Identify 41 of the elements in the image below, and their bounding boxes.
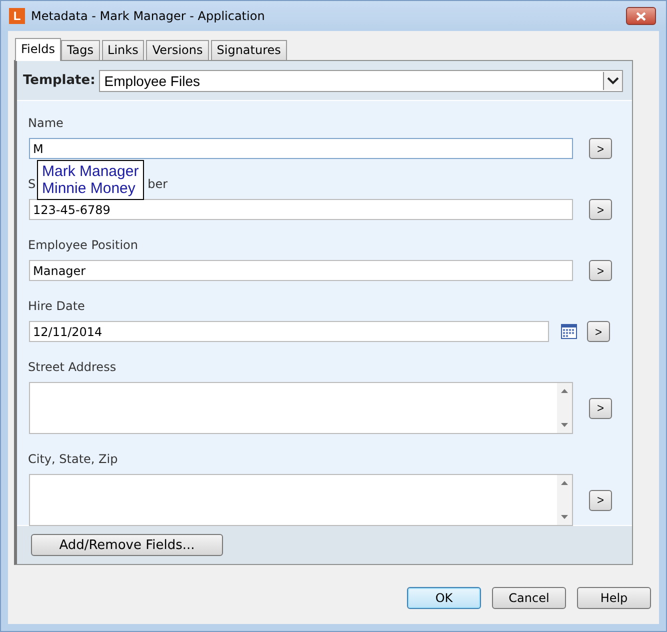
input-field[interactable]: Manager <box>29 260 573 281</box>
field-label: Street Address <box>28 360 116 376</box>
dialog-button[interactable]: OK <box>407 587 481 609</box>
field-label: Hire Date <box>28 299 85 315</box>
tab[interactable]: Signatures <box>210 40 287 60</box>
scrollbar[interactable] <box>557 383 572 433</box>
field-label: Name <box>28 116 64 132</box>
expand-button[interactable]: > <box>589 260 612 281</box>
expand-button[interactable]: > <box>589 398 612 418</box>
suggestion-item[interactable]: Minnie Money <box>42 180 139 197</box>
tab[interactable]: Versions <box>146 40 209 60</box>
expand-button[interactable]: > <box>587 321 610 342</box>
field-label: Employee Position <box>28 238 138 254</box>
scroll-down-icon[interactable] <box>561 515 568 519</box>
scroll-up-icon[interactable] <box>561 481 568 485</box>
input-field[interactable]: 123-45-6789 <box>29 199 573 220</box>
input-field[interactable]: 12/11/2014 <box>29 321 549 342</box>
expand-button[interactable]: > <box>589 490 612 510</box>
field-label: ber <box>148 177 168 193</box>
field-label: S <box>28 177 36 193</box>
add-remove-fields-button[interactable]: Add/Remove Fields... <box>31 534 223 556</box>
scroll-down-icon[interactable] <box>561 423 568 427</box>
suggestion-item[interactable]: Mark Manager <box>42 163 139 180</box>
calendar-icon[interactable] <box>561 324 577 339</box>
app-logo-icon: L <box>9 8 25 24</box>
close-button[interactable] <box>626 7 656 25</box>
input-field[interactable]: M <box>29 138 573 159</box>
scrollbar[interactable] <box>557 475 572 525</box>
close-icon <box>636 12 646 20</box>
tab[interactable]: Tags <box>60 40 100 60</box>
expand-button[interactable]: > <box>589 199 612 220</box>
tab[interactable]: Fields <box>15 38 61 61</box>
window-title: Metadata - Mark Manager - Application <box>31 9 266 23</box>
dialog-button[interactable]: Cancel <box>492 587 566 609</box>
template-label: Template: <box>23 73 96 88</box>
dialog-button[interactable]: Help <box>577 587 651 609</box>
scroll-up-icon[interactable] <box>561 389 568 393</box>
tab[interactable]: Links <box>102 40 144 60</box>
expand-button[interactable]: > <box>589 138 612 159</box>
template-dropdown[interactable]: Employee Files <box>99 70 623 92</box>
field-label: City, State, Zip <box>28 452 118 468</box>
